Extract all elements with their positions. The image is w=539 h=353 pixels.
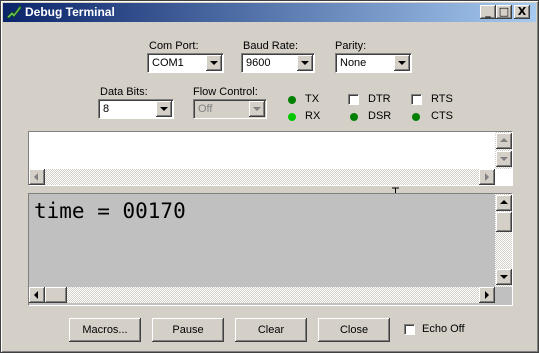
window-title: Debug Terminal	[25, 5, 115, 19]
chevron-right-icon	[485, 291, 489, 299]
close-button-label: Close	[339, 324, 369, 336]
flow-control-dropdown-button	[249, 101, 265, 117]
baud-rate-select[interactable]: 9600	[241, 53, 315, 73]
parity-label: Parity:	[335, 40, 367, 52]
data-bits-dropdown-button[interactable]	[156, 101, 172, 117]
flow-control-value: Off	[198, 103, 213, 115]
receive-hscroll-thumb[interactable]	[45, 287, 67, 303]
transmit-scroll-right-button[interactable]	[479, 169, 495, 185]
chevron-down-icon	[301, 61, 309, 65]
clear-button-label: Clear	[257, 324, 285, 336]
cts-led-icon	[412, 113, 420, 121]
receive-scroll-right-button[interactable]	[479, 287, 495, 303]
com-port-value: COM1	[152, 57, 184, 69]
transmit-hscroll-track[interactable]	[29, 169, 495, 185]
receive-scroll-down-button[interactable]	[496, 269, 512, 285]
chevron-down-icon	[500, 157, 508, 161]
dtr-checkbox[interactable]	[348, 94, 359, 105]
data-bits-value: 8	[103, 103, 110, 115]
parity-select[interactable]: None	[335, 53, 412, 73]
echo-off-checkbox[interactable]	[404, 324, 415, 335]
chevron-down-icon	[160, 107, 168, 111]
chevron-up-icon	[500, 200, 508, 204]
maximize-icon: □	[498, 5, 510, 18]
tx-led-icon	[288, 96, 296, 104]
parity-value: None	[340, 57, 367, 69]
tx-label: TX	[305, 93, 320, 105]
flow-control-select: Off	[193, 99, 267, 119]
minimize-icon: _	[485, 5, 491, 18]
baud-rate-dropdown-button[interactable]	[297, 55, 313, 71]
debug-terminal-window: Debug Terminal _ □ X Com Port: COM1 Baud…	[0, 0, 539, 353]
pause-button-label: Pause	[172, 324, 204, 336]
transmit-scroll-up-button[interactable]	[496, 133, 512, 149]
receive-pane[interactable]: time = 00170	[28, 193, 513, 306]
chevron-left-icon	[34, 173, 38, 181]
minimize-button[interactable]: _	[480, 5, 496, 19]
receive-vscroll-thumb[interactable]	[496, 212, 512, 232]
dsr-led-icon	[350, 113, 358, 121]
transmit-scroll-down-button[interactable]	[496, 151, 512, 167]
baud-rate-label: Baud Rate:	[243, 40, 299, 52]
com-port-select[interactable]: COM1	[147, 53, 224, 73]
data-bits-select[interactable]: 8	[98, 99, 174, 119]
chevron-down-icon	[210, 61, 218, 65]
cts-label: CTS	[431, 110, 453, 122]
com-port-dropdown-button[interactable]	[206, 55, 222, 71]
receive-scroll-up-button[interactable]	[496, 195, 512, 211]
transmit-scroll-left-button[interactable]	[29, 169, 45, 185]
chevron-left-icon	[34, 291, 38, 299]
chevron-down-icon	[500, 275, 508, 279]
baud-rate-value: 9600	[246, 57, 271, 69]
maximize-button[interactable]: □	[496, 5, 512, 19]
close-icon: X	[517, 5, 527, 18]
data-bits-label: Data Bits:	[100, 86, 148, 98]
rx-label: RX	[305, 110, 321, 122]
dsr-label: DSR	[368, 110, 392, 122]
receive-text: time = 00170	[34, 199, 186, 223]
macros-button[interactable]: Macros...	[69, 318, 141, 342]
chevron-up-icon	[500, 138, 508, 142]
macros-button-label: Macros...	[82, 324, 128, 336]
com-port-label: Com Port:	[149, 40, 199, 52]
rts-label: RTS	[431, 93, 453, 105]
dtr-label: DTR	[368, 93, 391, 105]
transmit-pane[interactable]	[28, 131, 513, 186]
title-bar[interactable]: Debug Terminal _ □ X	[3, 3, 536, 22]
chevron-down-icon	[253, 107, 261, 111]
parity-dropdown-button[interactable]	[394, 55, 410, 71]
rts-checkbox[interactable]	[411, 94, 422, 105]
close-window-button[interactable]: X	[514, 5, 530, 19]
receive-hscroll-track[interactable]	[29, 287, 495, 303]
rx-led-icon	[288, 113, 296, 121]
clear-button[interactable]: Clear	[235, 318, 307, 342]
app-icon	[6, 5, 22, 19]
chevron-down-icon	[398, 61, 406, 65]
close-button[interactable]: Close	[318, 318, 390, 342]
flow-control-label: Flow Control:	[193, 86, 258, 98]
echo-off-label: Echo Off	[422, 323, 465, 335]
pause-button[interactable]: Pause	[152, 318, 224, 342]
receive-scroll-left-button[interactable]	[29, 287, 45, 303]
chevron-right-icon	[485, 173, 489, 181]
